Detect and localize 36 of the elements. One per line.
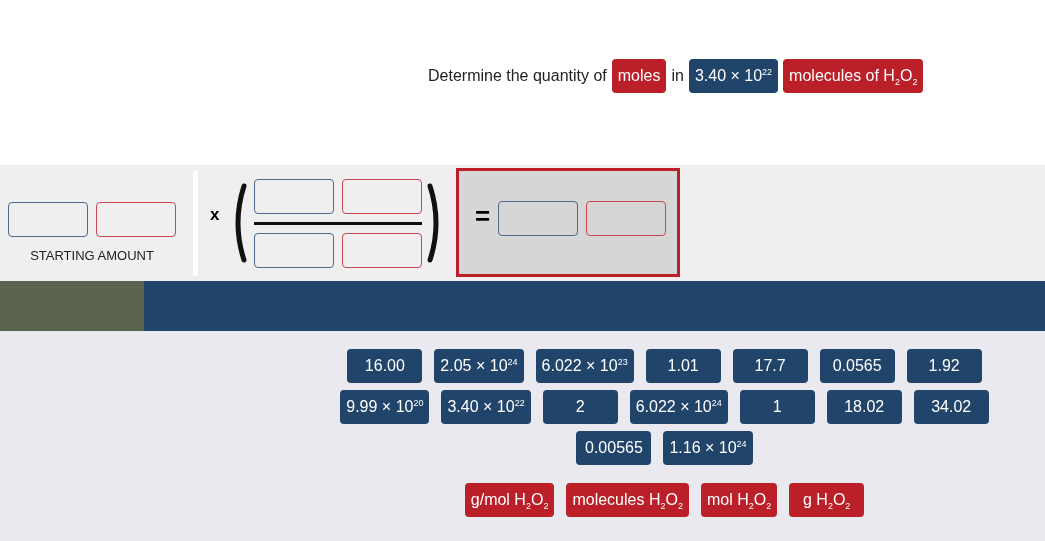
number-drop-field[interactable] [254, 179, 334, 214]
number-tile[interactable]: 0.0565 [819, 349, 895, 383]
unit-drop-field[interactable] [342, 179, 422, 214]
number-tile[interactable]: 2.05 × 10$^{24}$ [434, 349, 524, 383]
unit-drop-field[interactable] [96, 202, 176, 237]
number-tile[interactable]: 3.40 × 10$^{22}$ [441, 390, 531, 424]
multiply-sign: x [210, 205, 221, 225]
unit-tile[interactable]: g/mol H$_{2}$O$_{2}$ [464, 483, 555, 517]
number-tile[interactable]: 17.7 [732, 349, 808, 383]
number-tile[interactable]: 6.022 × 10$^{23}$ [535, 349, 634, 383]
number-drop-field[interactable] [8, 202, 88, 237]
equals-sign: = [475, 201, 491, 231]
number-tile[interactable]: 16.00 [347, 349, 423, 383]
unit-tile[interactable]: mol H$_{2}$O$_{2}$ [700, 483, 778, 517]
number-tile[interactable]: 1.16 × 10$^{24}$ [663, 431, 753, 465]
number-tile[interactable]: 1.92 [906, 349, 982, 383]
number-drop-field[interactable] [254, 233, 334, 268]
unit-label: molecules of H$_{2}$O$_{2}$ [783, 59, 924, 93]
unit-tile[interactable]: molecules H$_{2}$O$_{2}$ [566, 483, 689, 517]
unit-tile[interactable]: g H$_{2}$O$_{2}$ [789, 483, 865, 517]
starting-amount-label: STARTING AMOUNT [30, 248, 154, 263]
number-tile[interactable]: 9.99 × 10$^{20}$ [340, 390, 430, 424]
number-tile[interactable]: 1.01 [645, 349, 721, 383]
unit-drop-field[interactable] [586, 201, 667, 236]
number-tile[interactable]: 1 [739, 390, 815, 424]
prompt-text: in [671, 66, 684, 86]
unit-label: moles [611, 59, 667, 93]
number-drop-field[interactable] [498, 201, 579, 236]
number-tile[interactable]: 2 [542, 390, 618, 424]
number-label: 3.40 × 10$^{22}$ [688, 59, 779, 93]
number-tile[interactable]: 0.00565 [576, 431, 652, 465]
number-tile[interactable]: 18.02 [826, 390, 902, 424]
unit-drop-field[interactable] [342, 233, 422, 268]
number-tile[interactable]: 34.02 [913, 390, 989, 424]
prompt-text: Determine the quantity of [428, 66, 607, 86]
number-tile[interactable]: 6.022 × 10$^{24}$ [629, 390, 728, 424]
